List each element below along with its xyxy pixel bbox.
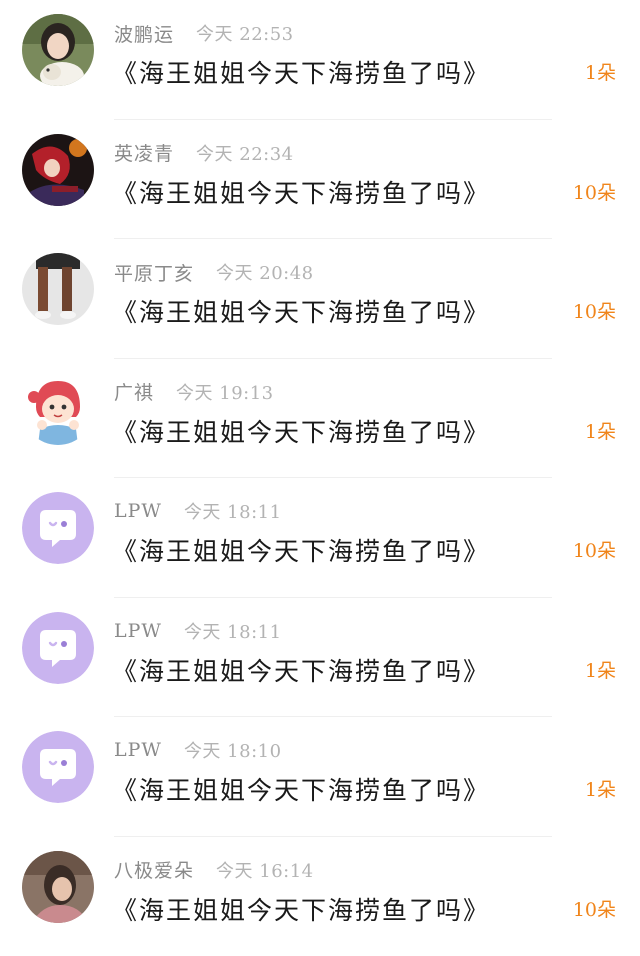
photo-portrait-avatar-icon	[22, 851, 94, 923]
photo-girl-with-dog-avatar-icon	[22, 14, 94, 86]
avatar[interactable]	[22, 253, 94, 325]
user-name[interactable]: 广祺	[114, 378, 154, 405]
list-item[interactable]: 平原丁亥 今天 20:48 《海王姐姐今天下海捞鱼了吗》 10朵	[0, 239, 640, 359]
photo-legs-avatar-icon	[22, 253, 94, 325]
user-name[interactable]: LPW	[114, 500, 162, 522]
item-meta: LPW 今天 18:11	[114, 498, 282, 524]
item-meta: 八极爱朵 今天 16:14	[114, 857, 314, 883]
list-item[interactable]: 广祺 今天 19:13 《海王姐姐今天下海捞鱼了吗》 1朵	[0, 359, 640, 479]
item-meta: LPW 今天 18:10	[114, 737, 282, 763]
avatar[interactable]	[22, 731, 94, 803]
user-name[interactable]: 平原丁亥	[114, 259, 194, 286]
message-text: 《海王姐姐今天下海捞鱼了吗》	[112, 413, 490, 449]
anime-red-hair-avatar-icon	[22, 134, 94, 206]
gift-record-list: 波鹏运 今天 22:53 《海王姐姐今天下海捞鱼了吗》 1朵 英凌青 今天 22…	[0, 0, 640, 942]
message-text: 《海王姐姐今天下海捞鱼了吗》	[112, 652, 490, 688]
message-text: 《海王姐姐今天下海捞鱼了吗》	[112, 891, 490, 927]
list-item[interactable]: 波鹏运 今天 22:53 《海王姐姐今天下海捞鱼了吗》 1朵	[0, 0, 640, 120]
timestamp: 今天 18:11	[184, 498, 282, 524]
item-meta: 广祺 今天 19:13	[114, 379, 274, 405]
flower-count: 10朵	[573, 536, 616, 563]
flower-count: 10朵	[573, 895, 616, 922]
list-item[interactable]: LPW 今天 18:10 《海王姐姐今天下海捞鱼了吗》 1朵	[0, 717, 640, 837]
message-text: 《海王姐姐今天下海捞鱼了吗》	[112, 54, 490, 90]
default-chat-bubble-avatar-icon	[22, 731, 94, 803]
item-meta: 平原丁亥 今天 20:48	[114, 259, 314, 285]
message-text: 《海王姐姐今天下海捞鱼了吗》	[112, 174, 490, 210]
avatar[interactable]	[22, 492, 94, 564]
flower-count: 10朵	[573, 178, 616, 205]
list-item[interactable]: 英凌青 今天 22:34 《海王姐姐今天下海捞鱼了吗》 10朵	[0, 120, 640, 240]
avatar[interactable]	[22, 134, 94, 206]
avatar[interactable]	[22, 373, 94, 445]
list-item[interactable]: 八极爱朵 今天 16:14 《海王姐姐今天下海捞鱼了吗》 10朵	[0, 837, 640, 956]
flower-count: 10朵	[573, 297, 616, 324]
user-name[interactable]: 八极爱朵	[114, 856, 194, 883]
cartoon-girl-avatar-icon	[22, 373, 94, 445]
avatar[interactable]	[22, 612, 94, 684]
default-chat-bubble-avatar-icon	[22, 492, 94, 564]
timestamp: 今天 20:48	[216, 259, 314, 285]
item-meta: 英凌青 今天 22:34	[114, 140, 294, 166]
timestamp: 今天 16:14	[216, 857, 314, 883]
default-chat-bubble-avatar-icon	[22, 612, 94, 684]
timestamp: 今天 22:53	[196, 20, 294, 46]
timestamp: 今天 18:10	[184, 737, 282, 763]
avatar[interactable]	[22, 14, 94, 86]
flower-count: 1朵	[585, 775, 616, 802]
user-name[interactable]: LPW	[114, 620, 162, 642]
message-text: 《海王姐姐今天下海捞鱼了吗》	[112, 293, 490, 329]
timestamp: 今天 19:13	[176, 379, 274, 405]
flower-count: 1朵	[585, 656, 616, 683]
user-name[interactable]: LPW	[114, 739, 162, 761]
user-name[interactable]: 英凌青	[114, 139, 174, 166]
user-name[interactable]: 波鹏运	[114, 20, 174, 47]
timestamp: 今天 18:11	[184, 618, 282, 644]
list-item[interactable]: LPW 今天 18:11 《海王姐姐今天下海捞鱼了吗》 10朵	[0, 478, 640, 598]
flower-count: 1朵	[585, 58, 616, 85]
list-item[interactable]: LPW 今天 18:11 《海王姐姐今天下海捞鱼了吗》 1朵	[0, 598, 640, 718]
timestamp: 今天 22:34	[196, 140, 294, 166]
message-text: 《海王姐姐今天下海捞鱼了吗》	[112, 771, 490, 807]
avatar[interactable]	[22, 851, 94, 923]
item-meta: 波鹏运 今天 22:53	[114, 20, 294, 46]
message-text: 《海王姐姐今天下海捞鱼了吗》	[112, 532, 490, 568]
item-meta: LPW 今天 18:11	[114, 618, 282, 644]
flower-count: 1朵	[585, 417, 616, 444]
